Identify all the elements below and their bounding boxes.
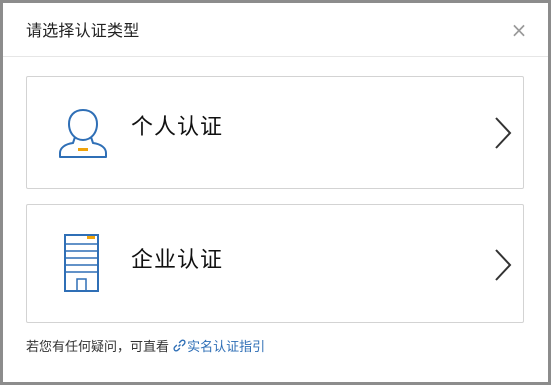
dialog-title: 请选择认证类型	[26, 21, 140, 40]
enterprise-auth-label: 企业认证	[131, 248, 224, 273]
help-footer: 若您有任何疑问，可直看 实名认证指引	[26, 339, 265, 357]
auth-type-dialog: 请选择认证类型 × 个人认证 企业认证 若您有任何疑问，可直看 实名认证指引	[0, 0, 551, 385]
enterprise-auth-option[interactable]: 企业认证	[26, 204, 524, 323]
personal-auth-option[interactable]: 个人认证	[26, 76, 524, 189]
dialog-header: 请选择认证类型 ×	[3, 3, 548, 57]
chevron-right-icon	[493, 248, 513, 282]
personal-auth-label: 个人认证	[131, 115, 224, 140]
building-icon	[64, 231, 106, 293]
link-icon	[173, 339, 186, 352]
help-text: 若您有任何疑问，可直看	[26, 340, 170, 355]
close-icon[interactable]: ×	[508, 19, 530, 41]
auth-guide-link-label: 实名认证指引	[187, 340, 266, 355]
chevron-right-icon	[493, 116, 513, 150]
auth-guide-link[interactable]: 实名认证指引	[173, 339, 266, 355]
person-icon	[55, 105, 111, 161]
